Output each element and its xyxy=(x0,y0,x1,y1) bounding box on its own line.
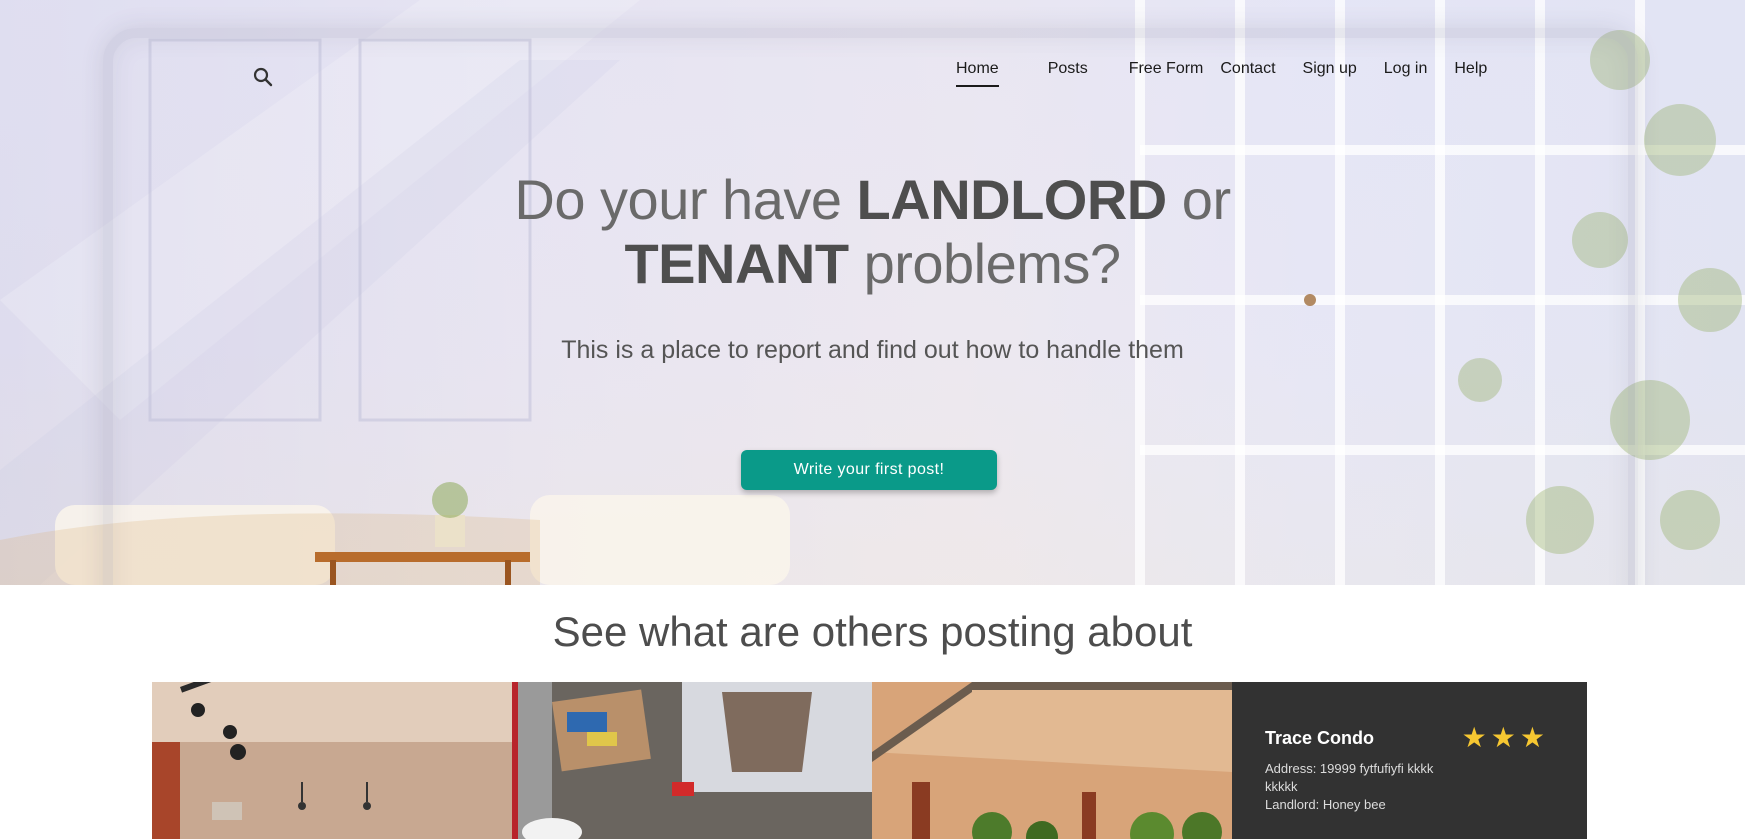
nav-log-in[interactable]: Log in xyxy=(1384,60,1428,80)
nav-sign-up[interactable]: Sign up xyxy=(1303,60,1357,80)
page: Home Posts Free Form Contact Sign up Log… xyxy=(0,0,1745,839)
hero-title-part1: Do your have xyxy=(514,168,857,231)
nav-help[interactable]: Help xyxy=(1454,60,1487,80)
posts-strip: Trace Condo ★ ★ ★ Address: 19999 fytfufi… xyxy=(152,682,1587,839)
post-image-mess[interactable] xyxy=(512,682,872,839)
nav-posts[interactable]: Posts xyxy=(1048,60,1088,80)
star-icon: ★ xyxy=(1519,722,1545,753)
featured-post-landlord: Landlord: Honey bee xyxy=(1265,797,1386,812)
hero-title-part3: problems? xyxy=(848,232,1121,295)
post-photo-interior xyxy=(152,682,512,839)
post-image-porch[interactable] xyxy=(872,682,1232,839)
main-nav: Home Posts Free Form Contact Sign up Log… xyxy=(940,58,1487,87)
post-image-interior[interactable] xyxy=(152,682,512,839)
nav-free-form[interactable]: Free Form xyxy=(1129,60,1204,80)
section-title: See what are others posting about xyxy=(552,608,1193,655)
post-photo-porch xyxy=(872,682,1232,839)
hero-title: Do your have LANDLORD or TENANT problems… xyxy=(0,168,1745,296)
hero-subtitle: This is a place to report and find out h… xyxy=(561,336,1184,364)
rating-stars: ★ ★ ★ xyxy=(1462,724,1545,752)
hero-title-tenant: TENANT xyxy=(624,232,849,295)
post-photo-mess xyxy=(512,682,872,839)
write-first-post-button[interactable]: Write your first post! xyxy=(741,450,997,490)
featured-post-card[interactable]: Trace Condo ★ ★ ★ Address: 19999 fytfufi… xyxy=(1232,682,1587,839)
hero-title-part2: or xyxy=(1166,168,1231,231)
nav-home[interactable]: Home xyxy=(956,60,999,87)
nav-contact[interactable]: Contact xyxy=(1220,60,1275,80)
hero-title-landlord: LANDLORD xyxy=(856,168,1168,231)
featured-post-address: Address: 19999 fytfufiyfi kkkkkkkkk xyxy=(1265,761,1434,794)
star-icon: ★ xyxy=(1461,722,1487,753)
search-icon xyxy=(253,67,273,87)
hero-section: Home Posts Free Form Contact Sign up Log… xyxy=(0,0,1745,585)
star-icon: ★ xyxy=(1490,722,1516,753)
search-button[interactable] xyxy=(250,64,276,90)
